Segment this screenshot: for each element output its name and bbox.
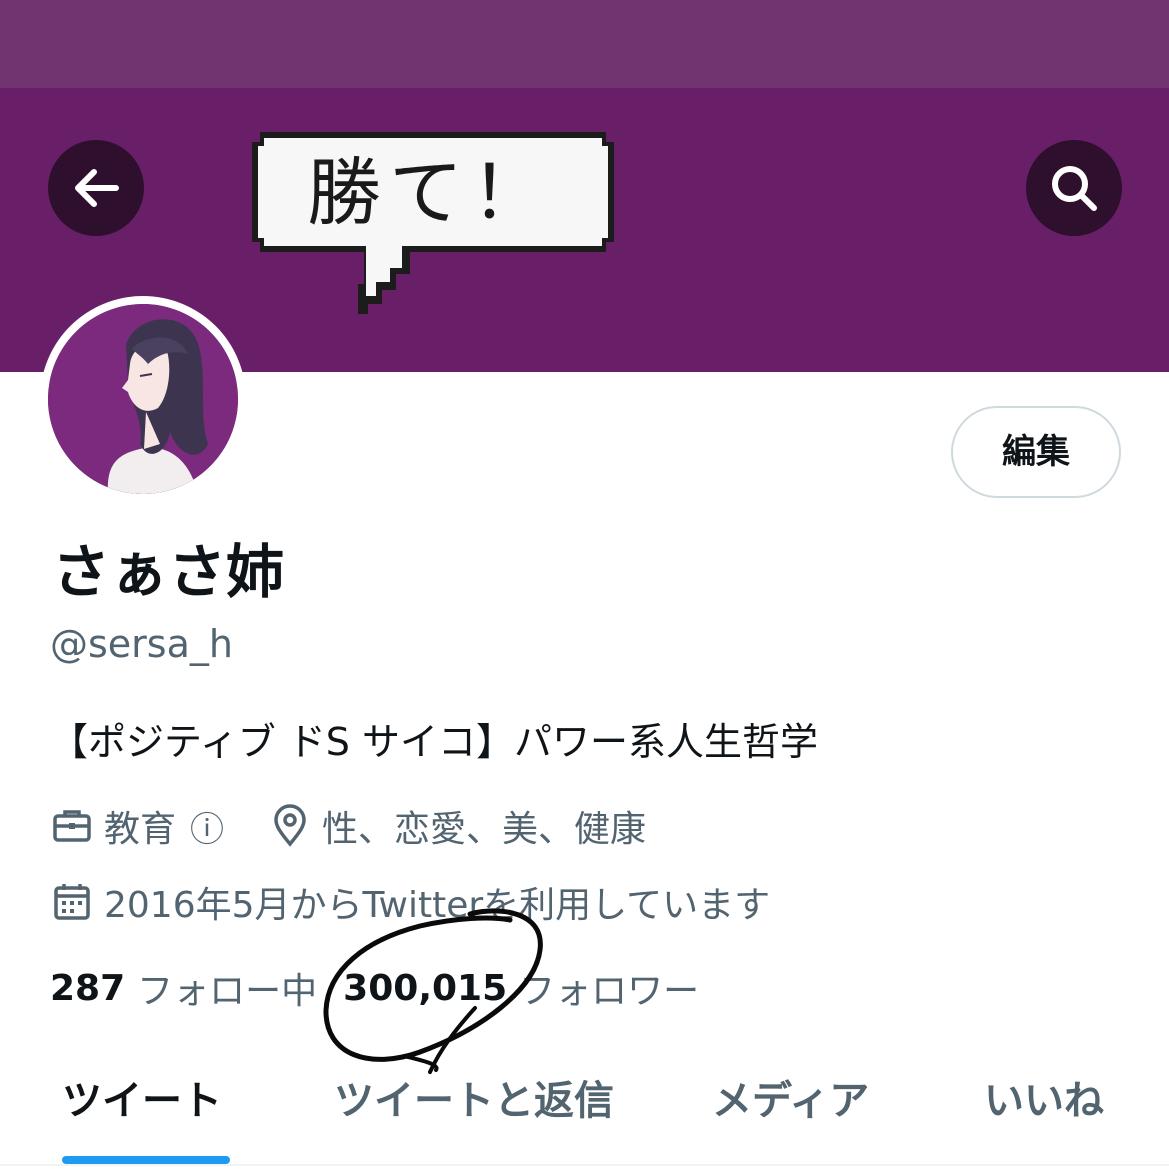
- avatar-illustration: [48, 304, 238, 494]
- search-button[interactable]: [1026, 140, 1122, 236]
- profile-location: 性、恋愛、美、健康: [322, 809, 647, 850]
- following-count[interactable]: 287: [50, 968, 125, 1009]
- edit-profile-button[interactable]: 編集: [951, 406, 1121, 498]
- tab-tweets[interactable]: ツイート: [62, 1066, 222, 1136]
- join-date: 2016年5月からTwitterを利用しています: [104, 885, 771, 926]
- tab-likes[interactable]: いいね: [984, 1066, 1104, 1136]
- active-tab-indicator: [62, 1156, 230, 1164]
- back-button[interactable]: [48, 140, 144, 236]
- speech-bubble-text: 勝て！: [307, 150, 553, 236]
- calendar-icon: [54, 884, 90, 920]
- display-name: さぁさ姉: [52, 538, 285, 606]
- arrow-left-icon: [75, 169, 119, 207]
- followers-count[interactable]: 300,015: [343, 968, 507, 1009]
- followers-label[interactable]: フォロワー: [519, 962, 699, 1014]
- following-label[interactable]: フォロー中: [137, 962, 317, 1014]
- briefcase-icon: [53, 810, 91, 842]
- avatar[interactable]: [48, 304, 238, 494]
- tab-tweets-and-replies[interactable]: ツイートと返信: [334, 1066, 614, 1136]
- location-pin-icon: [274, 804, 306, 847]
- profile-join-row: 2016年5月からTwitterを利用しています: [50, 876, 770, 928]
- profile-bio: 【ポジティブ ドS サイコ】パワー系人生哲学: [50, 720, 819, 764]
- profile-meta-row: 教育 ⓘ 性、恋愛、美、健康: [50, 800, 646, 852]
- info-icon[interactable]: ⓘ: [190, 802, 224, 851]
- search-icon: [1052, 166, 1097, 211]
- tab-media[interactable]: メディア: [712, 1066, 869, 1136]
- follow-stats: 287 フォロー中 300,015 フォロワー: [50, 962, 699, 1014]
- status-bar-area: [0, 0, 1169, 88]
- username-handle: @sersa_h: [50, 622, 233, 666]
- tab-divider: [0, 1164, 1169, 1166]
- profile-category: 教育: [104, 809, 177, 850]
